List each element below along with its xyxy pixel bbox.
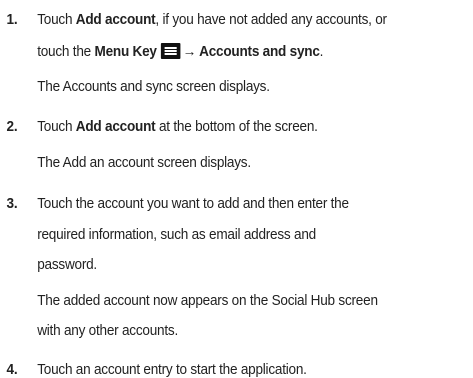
text-run: at the bottom of the screen. xyxy=(155,119,318,135)
step-result: The added account now appears on the Soc… xyxy=(37,293,378,309)
bold-term: Add account xyxy=(75,12,156,28)
step-text-line: required information, such as email addr… xyxy=(37,227,316,243)
step-text-line: Touch Add account at the bottom of the s… xyxy=(37,119,318,135)
step-result: with any other accounts. xyxy=(37,323,178,339)
step-number: 3. xyxy=(6,196,18,212)
bold-term: Add account xyxy=(75,119,156,135)
text-run: Touch xyxy=(37,119,76,135)
step-text-line: Touch Add account, if you have not added… xyxy=(37,12,387,28)
step-number: 4. xyxy=(6,362,18,378)
step-text-line: password. xyxy=(37,257,97,273)
text-run: . xyxy=(319,44,324,60)
instruction-page: 1. Touch Add account, if you have not ad… xyxy=(0,0,440,378)
text-run: touch the xyxy=(37,44,95,60)
step-result: The Accounts and sync screen displays. xyxy=(37,79,270,95)
text-run: Touch xyxy=(37,12,76,28)
bold-term: Menu Key xyxy=(94,44,157,60)
step-text-line: Touch an account entry to start the appl… xyxy=(37,362,307,378)
step-text-line: Touch the account you want to add and th… xyxy=(37,196,349,212)
step-result: The Add an account screen displays. xyxy=(37,155,251,171)
menu-key-icon xyxy=(160,43,180,59)
step-number: 1. xyxy=(6,12,18,28)
step-text-line: touch the Menu Key → Accounts and sync. xyxy=(37,43,323,60)
text-run: , if you have not added any accounts, or xyxy=(155,12,387,28)
bold-term: → Accounts and sync xyxy=(182,44,320,60)
step-number: 2. xyxy=(6,119,18,135)
